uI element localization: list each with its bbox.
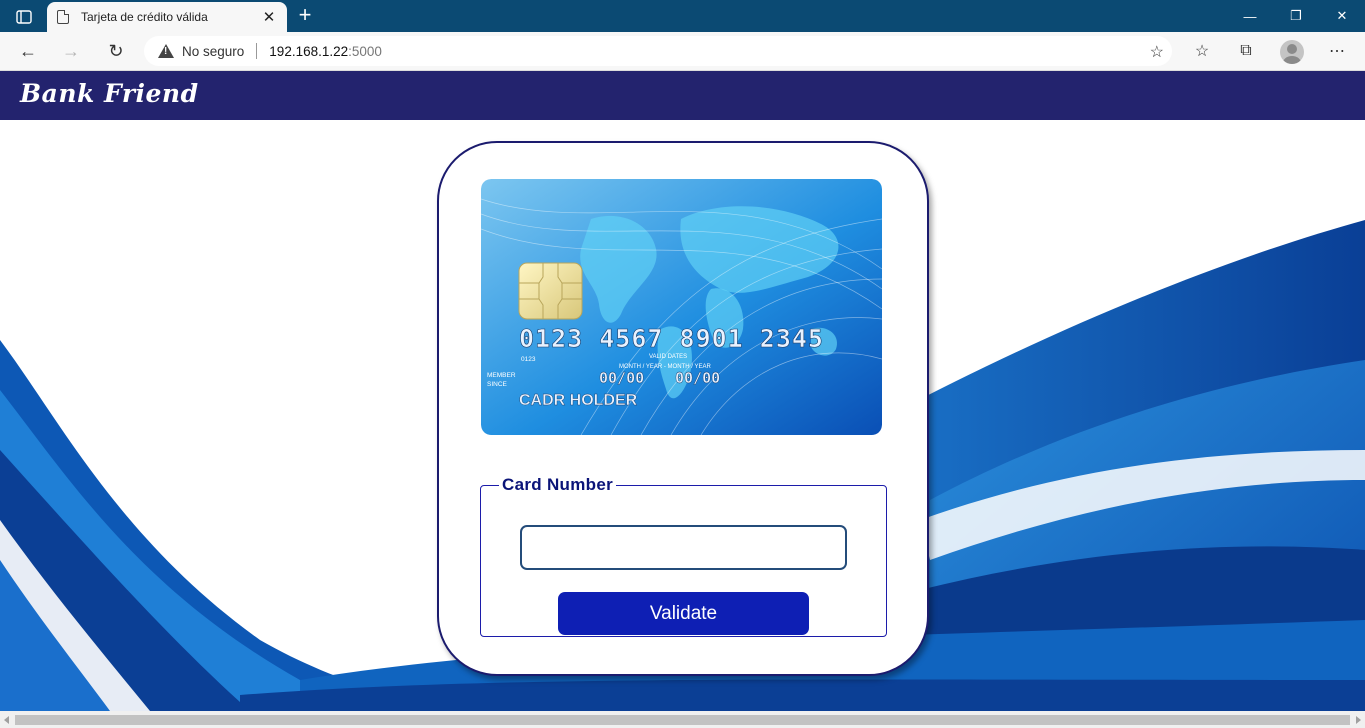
page-content: Bank Friend 0123 4567 8901 2345 0123 VAL… — [0, 71, 1365, 711]
scroll-right-icon[interactable] — [1356, 716, 1361, 724]
card-number-text: 0123 4567 8901 2345 — [519, 324, 824, 353]
scrollbar-thumb[interactable] — [15, 715, 1350, 725]
browser-toolbar: ← → ↻ No seguro 192.168.1.22:5000 ☆ ☆ ⧉ … — [0, 32, 1365, 71]
tab-title: Tarjeta de crédito válida — [81, 10, 208, 24]
url-host[interactable]: 192.168.1.22 — [269, 44, 348, 59]
security-label[interactable]: No seguro — [182, 44, 244, 59]
card-member-since-2: SINCE — [487, 381, 508, 388]
profile-avatar[interactable] — [1280, 40, 1304, 64]
scroll-left-icon[interactable] — [4, 716, 9, 724]
url-port[interactable]: :5000 — [348, 44, 382, 59]
card-valid-dates: VALID DATES — [649, 354, 687, 360]
add-favorite-icon[interactable]: ☆ — [1150, 42, 1164, 62]
more-menu-icon[interactable]: ⋯ — [1323, 38, 1351, 64]
forward-button[interactable]: → — [57, 38, 85, 64]
collections-icon[interactable]: ⧉ — [1232, 38, 1260, 64]
validate-button[interactable]: Validate — [558, 592, 809, 635]
reload-button[interactable]: ↻ — [102, 38, 130, 64]
address-bar[interactable]: No seguro 192.168.1.22:5000 ☆ — [144, 36, 1172, 66]
site-header: Bank Friend — [0, 71, 1365, 120]
minimize-icon[interactable]: — — [1227, 0, 1273, 32]
card-validation-panel: 0123 4567 8901 2345 0123 VALID DATES MON… — [437, 141, 929, 676]
restore-icon[interactable]: ❐ — [1273, 0, 1319, 32]
favorites-icon[interactable]: ☆ — [1188, 38, 1216, 64]
page-icon — [57, 10, 69, 24]
window-controls: — ❐ ✕ — [1227, 0, 1365, 32]
card-holder: CADR HOLDER — [519, 392, 638, 409]
close-window-icon[interactable]: ✕ — [1319, 0, 1365, 32]
back-button[interactable]: ← — [14, 38, 42, 64]
card-number-input[interactable] — [520, 525, 847, 570]
address-separator — [256, 43, 258, 59]
browser-titlebar: Tarjeta de crédito válida ✕ + — ❐ ✕ — [0, 0, 1365, 32]
tab-actions-svg — [16, 10, 32, 24]
card-number-legend: Card Number — [502, 475, 613, 494]
warning-icon[interactable] — [158, 44, 174, 58]
card-member-since-1: MEMBER — [487, 372, 516, 379]
brand-logo[interactable]: Bank Friend — [20, 79, 199, 108]
card-small-number: 0123 — [521, 356, 536, 363]
horizontal-scrollbar[interactable] — [0, 711, 1365, 728]
card-number-fieldset: Card Number Validate — [480, 475, 887, 637]
browser-tab-active[interactable]: Tarjeta de crédito válida ✕ — [47, 2, 287, 32]
card-date-2: 00/00 — [675, 369, 720, 387]
new-tab-button[interactable]: + — [292, 4, 318, 28]
close-tab-icon[interactable]: ✕ — [261, 8, 277, 26]
tab-actions-icon[interactable] — [8, 6, 40, 28]
credit-card-image: 0123 4567 8901 2345 0123 VALID DATES MON… — [481, 179, 882, 435]
card-date-1: 00/00 — [599, 369, 644, 387]
